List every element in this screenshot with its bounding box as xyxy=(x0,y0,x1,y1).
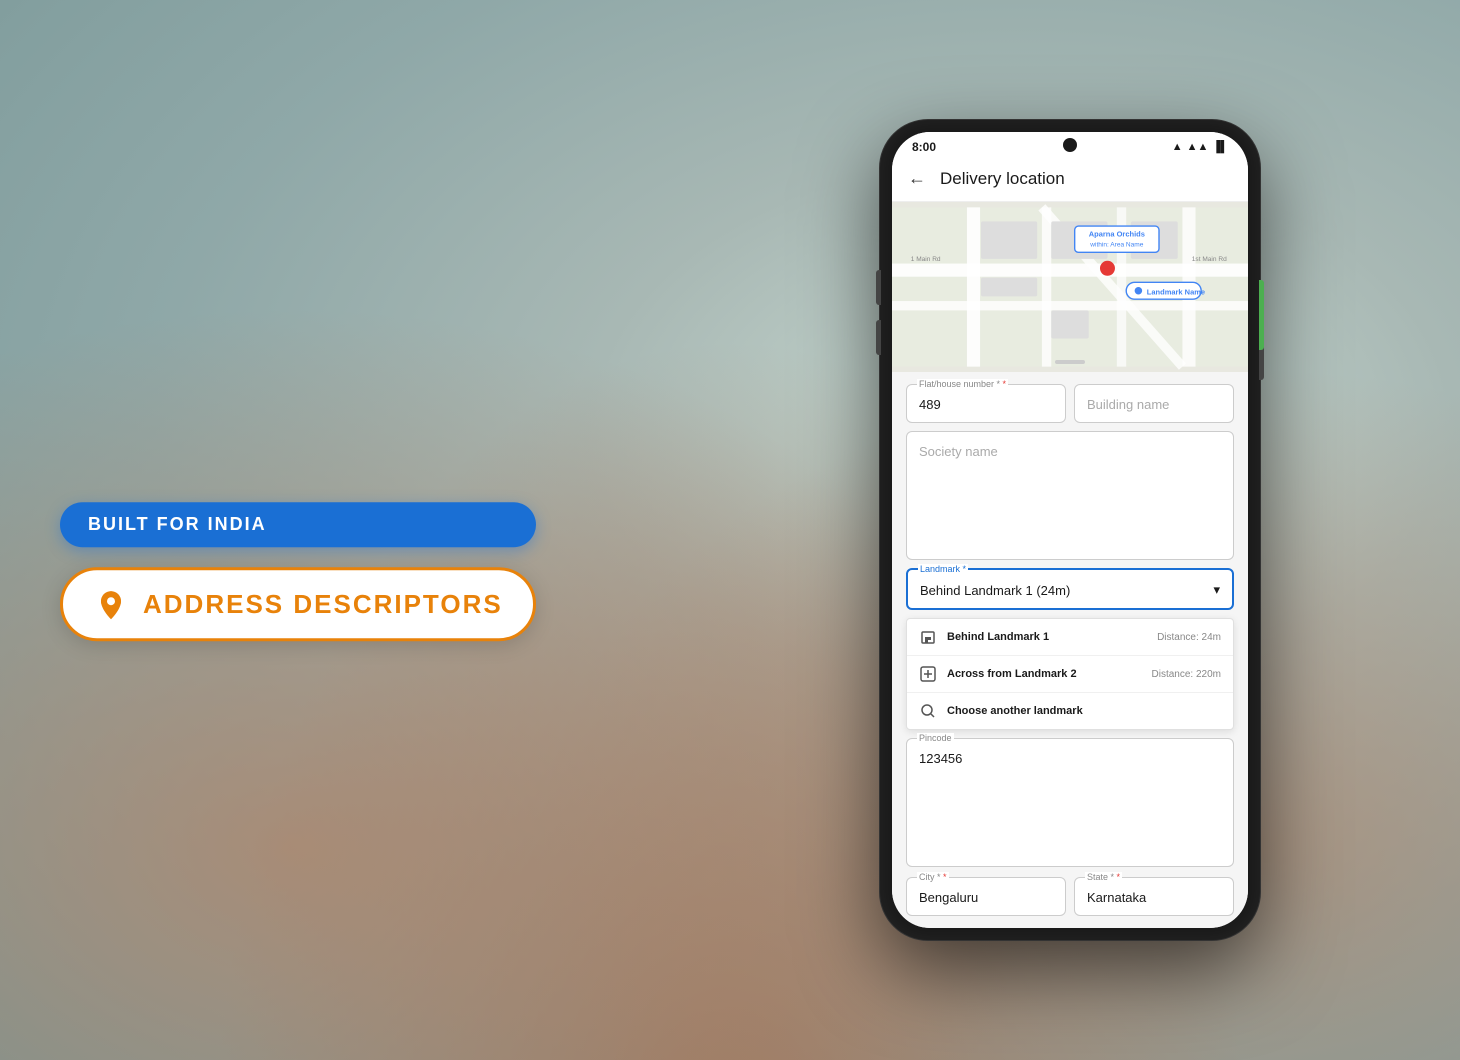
green-side-button xyxy=(1259,280,1264,350)
landmark-dropdown-options: Behind Landmark 1 Distance: 24m Across f… xyxy=(906,618,1234,730)
pincode-field[interactable]: Pincode 123456 xyxy=(906,738,1234,867)
svg-text:1 Main Rd: 1 Main Rd xyxy=(911,256,941,263)
svg-text:within: Area Name: within: Area Name xyxy=(1089,242,1143,249)
flat-house-label: Flat/house number * xyxy=(917,379,1008,389)
city-field[interactable]: City * Bengaluru xyxy=(906,877,1066,916)
address-descriptors-text: ADDRESS DESCRIPTORS xyxy=(143,589,503,620)
map-svg: 1 Main Rd 1st Main Rd Aparna Orchids wit… xyxy=(892,202,1248,372)
dropdown-option-1[interactable]: Behind Landmark 1 Distance: 24m xyxy=(907,619,1233,656)
battery-icon: ▐▌ xyxy=(1212,141,1228,153)
society-name-field[interactable]: Society name xyxy=(906,431,1234,560)
dropdown-option-3[interactable]: Choose another landmark xyxy=(907,693,1233,729)
option-2-name: Across from Landmark 2 xyxy=(947,668,1142,680)
building-icon xyxy=(919,628,937,646)
plus-icon xyxy=(919,665,937,683)
form-area: Flat/house number * 489 Building name So… xyxy=(892,372,1248,928)
landmark-label: Landmark * xyxy=(918,564,968,574)
phone-container: 8:00 ▲ ▲▲ ▐▌ ← Delivery location xyxy=(880,120,1260,940)
map-drag-handle xyxy=(1055,360,1085,364)
phone-mockup: 8:00 ▲ ▲▲ ▐▌ ← Delivery location xyxy=(880,120,1260,940)
left-overlays: BUILT FOR INDIA ADDRESS DESCRIPTORS xyxy=(60,502,536,641)
city-label: City * xyxy=(917,872,949,882)
option-3-name: Choose another landmark xyxy=(947,705,1221,717)
status-icons: ▲ ▲▲ ▐▌ xyxy=(1172,141,1228,153)
pincode-value: 123456 xyxy=(919,751,1221,766)
address-descriptors-badge: ADDRESS DESCRIPTORS xyxy=(60,567,536,641)
city-state-row: City * Bengaluru State * Karnataka xyxy=(906,877,1234,916)
back-button[interactable]: ← xyxy=(908,168,926,189)
state-value: Karnataka xyxy=(1087,890,1221,905)
volume-button-2 xyxy=(876,320,881,355)
state-label: State * xyxy=(1085,872,1122,882)
built-for-india-badge: BUILT FOR INDIA xyxy=(60,502,536,547)
building-name-field[interactable]: Building name xyxy=(1074,384,1234,423)
phone-notch xyxy=(1063,138,1077,152)
status-time: 8:00 xyxy=(912,140,936,154)
header-title: Delivery location xyxy=(940,169,1065,189)
option-1-distance: Distance: 24m xyxy=(1157,632,1221,643)
flat-house-value: 489 xyxy=(919,397,1053,412)
volume-button-1 xyxy=(876,270,881,305)
society-name-placeholder: Society name xyxy=(919,444,1221,459)
svg-text:1st Main Rd: 1st Main Rd xyxy=(1192,256,1227,263)
svg-text:Aparna Orchids: Aparna Orchids xyxy=(1089,229,1145,238)
city-value: Bengaluru xyxy=(919,890,1053,905)
signal-bars: ▲▲ xyxy=(1187,141,1209,153)
location-pin-icon xyxy=(93,586,129,622)
landmark-text: Behind Landmark 1 (24m) xyxy=(920,583,1070,598)
option-2-distance: Distance: 220m xyxy=(1152,669,1221,680)
signal-icon: ▲ xyxy=(1172,141,1183,153)
phone-screen: 8:00 ▲ ▲▲ ▐▌ ← Delivery location xyxy=(892,132,1248,928)
search-icon xyxy=(919,702,937,720)
dropdown-option-2[interactable]: Across from Landmark 2 Distance: 220m xyxy=(907,656,1233,693)
pincode-label: Pincode xyxy=(917,733,954,743)
map-area[interactable]: 1 Main Rd 1st Main Rd Aparna Orchids wit… xyxy=(892,202,1248,372)
flat-building-row: Flat/house number * 489 Building name xyxy=(906,384,1234,423)
landmark-dropdown[interactable]: Landmark * Behind Landmark 1 (24m) ▾ xyxy=(906,568,1234,610)
building-name-placeholder: Building name xyxy=(1087,397,1221,412)
dropdown-arrow-icon: ▾ xyxy=(1213,582,1220,598)
app-header: ← Delivery location xyxy=(892,158,1248,202)
landmark-value: Behind Landmark 1 (24m) ▾ xyxy=(920,582,1220,598)
flat-house-field[interactable]: Flat/house number * 489 xyxy=(906,384,1066,423)
option-1-name: Behind Landmark 1 xyxy=(947,631,1147,643)
state-field[interactable]: State * Karnataka xyxy=(1074,877,1234,916)
svg-text:Landmark Name: Landmark Name xyxy=(1147,287,1205,296)
